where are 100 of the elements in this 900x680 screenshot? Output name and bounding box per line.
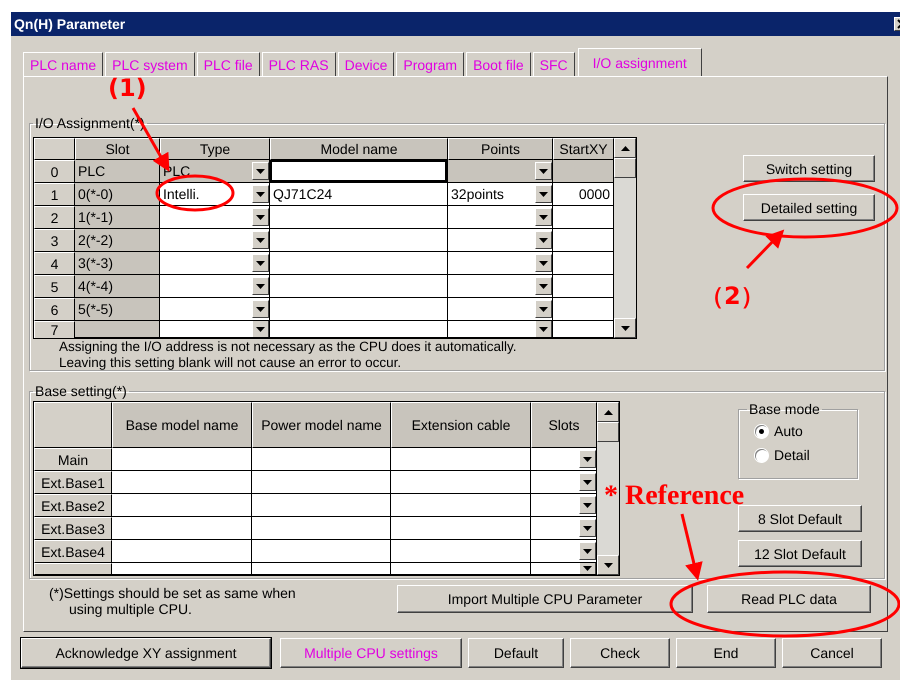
column-header: Slots [531, 402, 597, 448]
points-dropdown[interactable]: 32points [448, 183, 553, 206]
footnote-text: (*)Settings should be set as same when [48, 585, 297, 601]
table-cell[interactable] [252, 448, 391, 471]
slot-default-button[interactable]: 12 Slot Default [738, 540, 862, 567]
table-cell[interactable] [252, 494, 391, 517]
scroll-thumb[interactable] [614, 158, 636, 178]
type-dropdown[interactable] [160, 252, 270, 275]
caret-down-icon [604, 562, 612, 568]
slots-dropdown[interactable] [531, 517, 597, 540]
caret-down-icon [539, 238, 548, 242]
scroll-bar[interactable] [614, 138, 636, 338]
table-cell: 3(*-3) [75, 252, 160, 275]
slots-dropdown[interactable] [531, 448, 597, 471]
table-cell[interactable] [112, 517, 252, 540]
column-header: Power model name [252, 402, 391, 448]
type-dropdown[interactable] [160, 206, 270, 229]
caret-down-icon [583, 456, 592, 462]
table-cell[interactable] [252, 563, 391, 575]
points-dropdown[interactable] [448, 206, 553, 229]
slots-dropdown[interactable] [531, 563, 597, 575]
caret-up-icon [604, 410, 612, 414]
caret-down-icon [620, 326, 630, 330]
table-cell[interactable] [391, 494, 531, 517]
table-cell[interactable] [112, 471, 252, 494]
table-cell[interactable] [270, 275, 448, 298]
slots-dropdown[interactable] [531, 540, 597, 563]
table-cell: 5(*-5) [75, 298, 160, 321]
dialog-button[interactable]: Check [570, 638, 670, 668]
caret-down-icon [539, 214, 548, 220]
points-dropdown[interactable] [448, 298, 553, 321]
points-dropdown[interactable] [448, 229, 553, 252]
row-header: 6 [34, 298, 75, 321]
caret-down-icon [256, 260, 265, 266]
table-cell[interactable] [270, 206, 448, 229]
import-button[interactable]: Import Multiple CPU Parameter [397, 585, 693, 613]
dialog-button[interactable]: Default [468, 638, 564, 668]
table-cell[interactable] [270, 160, 448, 183]
row-header: 3 [34, 229, 75, 252]
table-cell[interactable] [391, 471, 531, 494]
table-cell[interactable] [391, 540, 531, 563]
slots-dropdown[interactable] [531, 494, 597, 517]
slots-dropdown[interactable] [531, 471, 597, 494]
table-cell[interactable] [270, 252, 448, 275]
table-cell[interactable] [391, 448, 531, 471]
type-dropdown[interactable] [160, 275, 270, 298]
table-cell[interactable] [391, 517, 531, 540]
dialog-button[interactable]: Acknowledge XY assignment [21, 638, 271, 668]
type-dropdown[interactable]: Intelli. [160, 183, 270, 206]
setting-button[interactable]: Switch setting [743, 155, 875, 182]
table-cell[interactable] [112, 494, 252, 517]
table-cell[interactable] [112, 563, 252, 575]
radio-button[interactable] [755, 424, 768, 438]
table-cell: 0000 [553, 183, 614, 206]
table-cell [553, 206, 614, 229]
caret-down-icon [539, 326, 548, 332]
caret-down-icon [539, 192, 548, 196]
points-dropdown[interactable] [448, 275, 553, 298]
table-cell[interactable] [252, 471, 391, 494]
table-cell[interactable] [270, 298, 448, 321]
points-dropdown[interactable] [448, 321, 553, 338]
radio-button[interactable] [755, 448, 768, 462]
scroll-bar[interactable] [597, 402, 619, 575]
table-cell[interactable] [112, 448, 252, 471]
type-dropdown[interactable] [160, 298, 270, 321]
points-dropdown[interactable] [448, 252, 553, 275]
table-cell [553, 160, 614, 183]
table-cell[interactable]: QJ71C24 [270, 183, 448, 206]
table-cell[interactable] [270, 321, 448, 338]
points-dropdown[interactable] [448, 160, 553, 183]
row-header: 5 [34, 275, 75, 298]
caret-down-icon [256, 192, 265, 196]
caret-down-icon [539, 168, 548, 174]
read-plc-button[interactable]: Read PLC data [707, 585, 871, 613]
column-header [34, 138, 75, 160]
caret-down-icon [583, 502, 592, 508]
row-header: Ext.Base1 [34, 471, 112, 494]
table-cell[interactable] [112, 540, 252, 563]
type-dropdown[interactable] [160, 229, 270, 252]
slot-default-button[interactable]: 8 Slot Default [738, 505, 862, 532]
column-header: Points [448, 138, 553, 160]
dialog-button[interactable]: Cancel [782, 638, 882, 668]
table-cell: 1(*-1) [75, 206, 160, 229]
caret-down-icon [256, 306, 265, 312]
table-cell[interactable] [391, 563, 531, 575]
row-header: 1 [34, 183, 75, 206]
table-cell [553, 275, 614, 298]
annotation-arrow [746, 230, 784, 270]
caret-down-icon [539, 284, 548, 288]
caret-down-icon [256, 238, 265, 242]
row-header: 7 [34, 321, 75, 338]
setting-button[interactable]: Detailed setting [743, 194, 875, 221]
type-dropdown[interactable] [160, 321, 270, 338]
table-cell[interactable] [270, 229, 448, 252]
caret-down-icon [583, 480, 592, 484]
scroll-thumb[interactable] [597, 422, 619, 442]
table-cell[interactable] [252, 540, 391, 563]
dialog-button[interactable]: End [676, 638, 776, 668]
table-cell[interactable] [252, 517, 391, 540]
caret-down-icon [583, 566, 592, 571]
